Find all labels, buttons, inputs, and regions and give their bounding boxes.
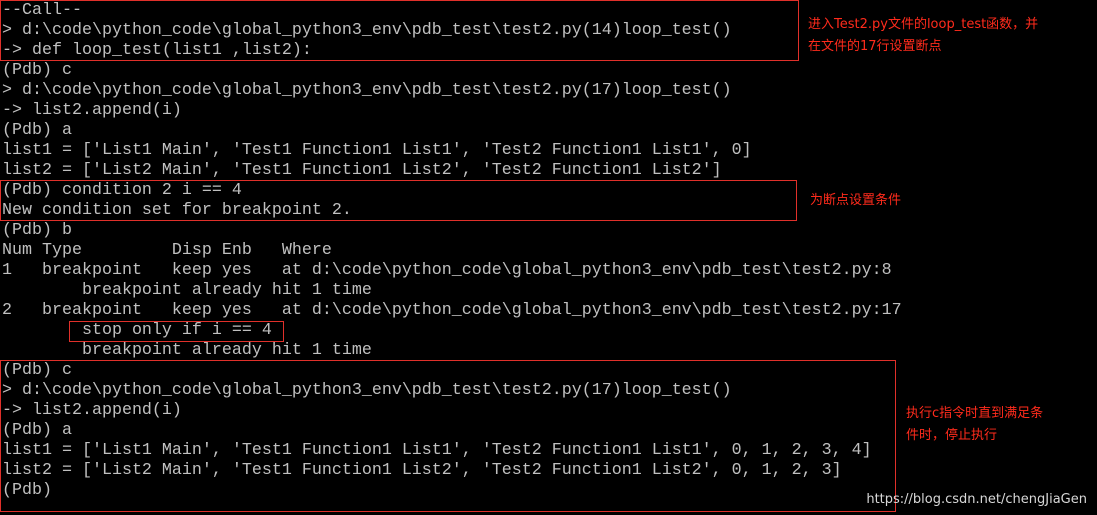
annotation-condition: 为断点设置条件 <box>810 193 902 208</box>
annotation-call-line1: 进入Test2.py文件的loop_test函数，并 <box>808 17 1039 32</box>
terminal-line: 2 breakpoint keep yes at d:\code\python_… <box>2 301 902 320</box>
terminal-line: 1 breakpoint keep yes at d:\code\python_… <box>2 261 892 280</box>
terminal-line: --Call-- <box>2 1 82 20</box>
terminal-line: list1 = ['List1 Main', 'Test1 Function1 … <box>2 441 872 460</box>
watermark: https://blog.csdn.net/chengJiaGen <box>866 492 1087 507</box>
annotation-call: 进入Test2.py文件的loop_test函数，并 在文件的17行设置断点 <box>808 14 1038 58</box>
terminal-line: (Pdb) b <box>2 221 72 240</box>
terminal-line: (Pdb) c <box>2 61 72 80</box>
terminal-line: -> list2.append(i) <box>2 401 182 420</box>
terminal-line: list2 = ['List2 Main', 'Test1 Function1 … <box>2 161 722 180</box>
annotation-continue: 执行c指令时直到满足条 件时，停止执行 <box>906 403 1043 447</box>
terminal-line: breakpoint already hit 1 time <box>2 281 372 300</box>
terminal-line: -> list2.append(i) <box>2 101 182 120</box>
terminal-line: (Pdb) a <box>2 421 72 440</box>
terminal-line: (Pdb) condition 2 i == 4 <box>2 181 242 200</box>
terminal-line: (Pdb) c <box>2 361 72 380</box>
terminal-line: -> def loop_test(list1 ,list2): <box>2 41 312 60</box>
annotation-continue-line1: 执行c指令时直到满足条 <box>906 406 1044 421</box>
terminal-line: list1 = ['List1 Main', 'Test1 Function1 … <box>2 141 752 160</box>
terminal-line: (Pdb) <box>2 481 52 500</box>
annotation-call-line2: 在文件的17行设置断点 <box>808 39 942 54</box>
terminal-line: breakpoint already hit 1 time <box>2 341 372 360</box>
terminal-line: Num Type Disp Enb Where <box>2 241 332 260</box>
terminal-line: list2 = ['List2 Main', 'Test1 Function1 … <box>2 461 842 480</box>
terminal-line: stop only if i == 4 <box>2 321 272 340</box>
terminal-line: > d:\code\python_code\global_python3_env… <box>2 21 732 40</box>
terminal-line: > d:\code\python_code\global_python3_env… <box>2 81 732 100</box>
terminal-line: New condition set for breakpoint 2. <box>2 201 352 220</box>
terminal-line: (Pdb) a <box>2 121 72 140</box>
terminal-line: > d:\code\python_code\global_python3_env… <box>2 381 732 400</box>
annotation-continue-line2: 件时，停止执行 <box>906 428 998 443</box>
